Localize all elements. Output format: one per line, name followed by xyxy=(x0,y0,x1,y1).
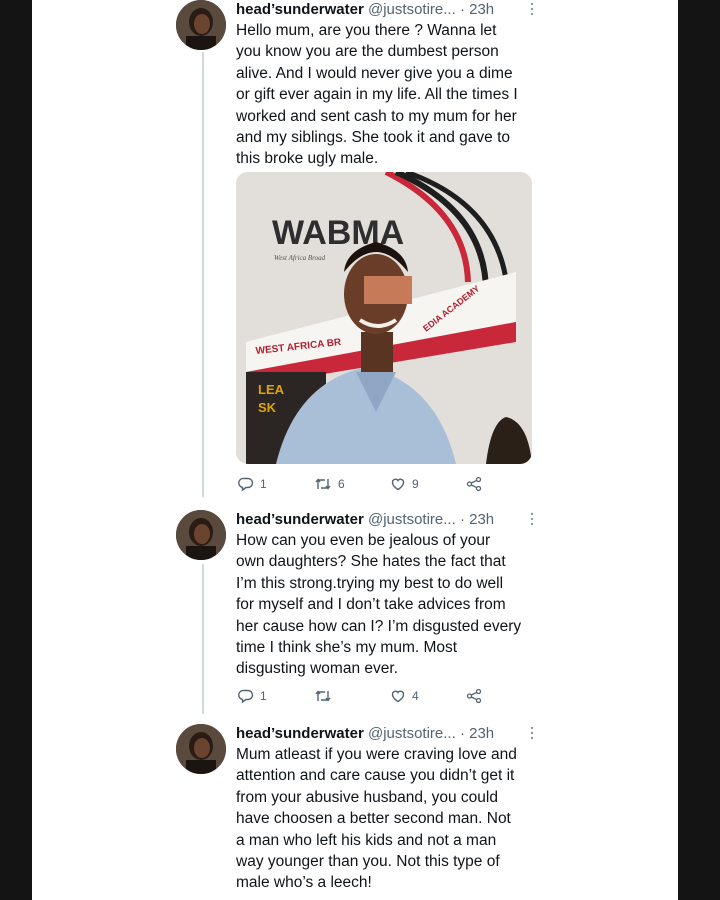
reply-icon xyxy=(238,689,254,704)
reply-count: 1 xyxy=(260,689,267,703)
like-count: 4 xyxy=(412,689,419,703)
display-name[interactable]: head’sunderwater xyxy=(236,725,364,742)
more-icon[interactable] xyxy=(525,512,539,526)
like-icon xyxy=(391,690,405,703)
avatar[interactable] xyxy=(176,510,226,560)
like-button[interactable]: 9 xyxy=(390,474,419,494)
avatar[interactable] xyxy=(176,724,226,774)
panel-text-1: LEA xyxy=(258,382,285,397)
reply-button[interactable]: 1 xyxy=(238,686,267,706)
like-icon xyxy=(391,478,405,491)
display-name[interactable]: head’sunderwater xyxy=(236,511,364,528)
tweet-2[interactable]: head’sunderwater @justsotire... · 23h Ho… xyxy=(176,510,678,710)
timestamp[interactable]: 23h xyxy=(469,725,494,742)
reply-count: 1 xyxy=(260,477,267,491)
logo-subtext: West Africa Broad xyxy=(274,254,326,262)
tweet-thread: head’sunderwater @justsotire... · 23h He… xyxy=(32,0,678,900)
tweet-text: Mum atleast if you were craving love and… xyxy=(236,746,517,892)
retweet-icon xyxy=(315,690,331,702)
reply-icon xyxy=(238,477,254,492)
like-button[interactable]: 4 xyxy=(390,686,419,706)
tweet-text: Hello mum, are you there ? Wanna let you… xyxy=(236,22,518,168)
separator-dot: · xyxy=(459,511,465,528)
tweet-header: head’sunderwater @justsotire... · 23h xyxy=(236,0,536,20)
user-handle[interactable]: @justsotire... xyxy=(368,511,456,528)
tweet-header: head’sunderwater @justsotire... · 23h xyxy=(236,724,536,744)
tweet-body: head’sunderwater @justsotire... · 23h He… xyxy=(236,0,536,170)
tweet-photo[interactable]: WABMA West Africa Broad WEST AFRICA BR E… xyxy=(236,172,532,464)
left-dark-border xyxy=(0,0,32,900)
share-icon xyxy=(466,688,482,704)
display-name[interactable]: head’sunderwater xyxy=(236,1,364,18)
user-handle[interactable]: @justsotire... xyxy=(368,725,456,742)
tweet-actions: 1 4 xyxy=(238,686,498,706)
more-icon[interactable] xyxy=(525,2,539,16)
tweet-text: How can you even be jealous of your own … xyxy=(236,532,522,678)
retweet-button[interactable]: 6 xyxy=(314,474,345,494)
avatar[interactable] xyxy=(176,0,226,50)
share-button[interactable] xyxy=(466,686,482,706)
right-dark-border xyxy=(678,0,720,900)
retweet-button[interactable] xyxy=(314,686,338,706)
reply-button[interactable]: 1 xyxy=(238,474,267,494)
user-handle[interactable]: @justsotire... xyxy=(368,1,456,18)
retweet-icon xyxy=(315,478,331,490)
retweet-count: 6 xyxy=(338,477,345,491)
separator-dot: · xyxy=(459,725,465,742)
timestamp[interactable]: 23h xyxy=(469,1,494,18)
share-button[interactable] xyxy=(466,474,482,494)
tweet-body: head’sunderwater @justsotire... · 23h Mu… xyxy=(236,724,536,894)
share-icon xyxy=(466,476,482,492)
tweet-actions: 1 6 9 xyxy=(238,474,498,494)
panel-text-2: SK xyxy=(258,400,277,415)
separator-dot: · xyxy=(459,1,465,18)
tweet-header: head’sunderwater @justsotire... · 23h xyxy=(236,510,536,530)
tweet-1[interactable]: head’sunderwater @justsotire... · 23h He… xyxy=(176,0,678,500)
tweet-body: head’sunderwater @justsotire... · 23h Ho… xyxy=(236,510,536,680)
more-icon[interactable] xyxy=(525,726,539,740)
tweet-3[interactable]: head’sunderwater @justsotire... · 23h Mu… xyxy=(176,724,678,900)
like-count: 9 xyxy=(412,477,419,491)
timestamp[interactable]: 23h xyxy=(469,511,494,528)
